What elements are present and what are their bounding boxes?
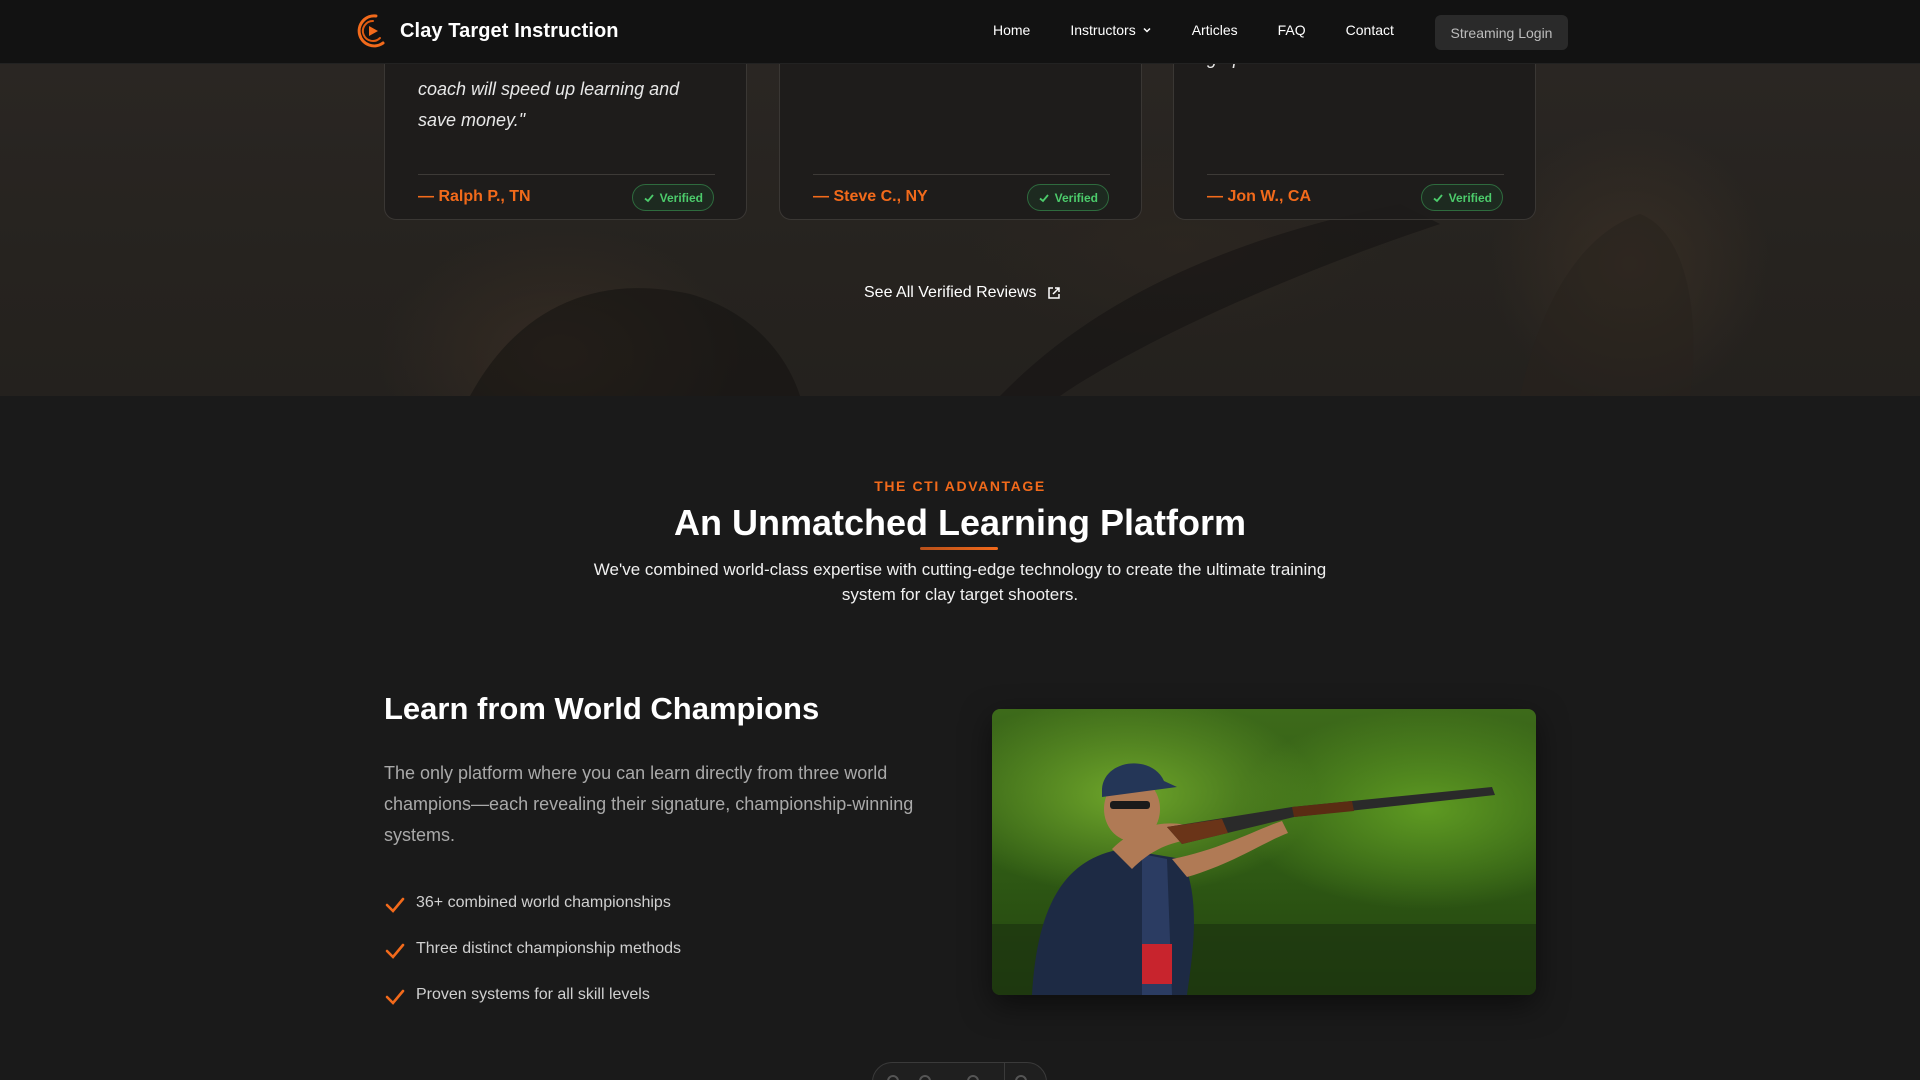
- toolbar-divider: [1004, 1063, 1005, 1080]
- verified-label: Verified: [1448, 190, 1492, 205]
- feature-item: Three distinct championship methods: [384, 926, 681, 972]
- see-all-reviews-link[interactable]: See All Verified Reviews: [864, 284, 1061, 302]
- bottom-toolbar[interactable]: [872, 1062, 1047, 1080]
- checkmark-icon: [385, 943, 405, 959]
- toolbar-icon[interactable]: [967, 1075, 979, 1080]
- champions-title: Learn from World Champions: [384, 691, 820, 726]
- testimonial-card: coach will speed up learning and save mo…: [384, 64, 747, 220]
- nav-contact[interactable]: Contact: [1346, 22, 1394, 38]
- see-all-reviews-label: See All Verified Reviews: [864, 284, 1037, 301]
- testimonial-quote: coach will speed up learning and save mo…: [418, 79, 680, 130]
- verified-label: Verified: [659, 190, 703, 205]
- nav-articles[interactable]: Articles: [1192, 22, 1238, 38]
- checkmark-icon: [385, 897, 405, 913]
- chevron-down-icon: [1143, 27, 1151, 33]
- nav-home[interactable]: Home: [993, 22, 1030, 38]
- testimonial-author: — Steve C., NY: [813, 188, 928, 205]
- section-eyebrow: THE CTI ADVANTAGE: [874, 478, 1046, 494]
- verified-badge: Verified: [1026, 184, 1109, 211]
- streaming-login-button[interactable]: Streaming Login: [1435, 15, 1568, 50]
- testimonial-quote: graphics/overhead shots are cool!: [1207, 64, 1507, 74]
- brand-name: Clay Target Instruction: [400, 19, 619, 42]
- testimonial-card: graphics/overhead shots are cool! — Jon …: [1173, 64, 1536, 220]
- feature-item: Proven systems for all skill levels: [384, 972, 681, 1018]
- feature-item: 36+ combined world championships: [384, 880, 681, 926]
- testimonial-author: — Ralph P., TN: [418, 188, 531, 205]
- top-navbar: Clay Target Instruction Home Instructors…: [0, 0, 1920, 64]
- play-logo-icon: [357, 14, 385, 48]
- verified-badge: Verified: [631, 184, 714, 211]
- check-icon: [1433, 193, 1443, 202]
- divider: [418, 174, 715, 175]
- external-link-icon: [1047, 287, 1060, 299]
- toolbar-icon[interactable]: [887, 1075, 899, 1080]
- divider: [813, 174, 1110, 175]
- feature-text: 36+ combined world championships: [416, 894, 671, 911]
- toolbar-icon[interactable]: [919, 1075, 931, 1080]
- testimonial-card: — Steve C., NY Verified: [779, 64, 1142, 220]
- divider: [1207, 174, 1504, 175]
- verified-badge: Verified: [1420, 184, 1503, 211]
- nav-instructors-label: Instructors: [1070, 22, 1136, 38]
- checkmark-icon: [385, 989, 405, 1005]
- section-lead: We've combined world-class expertise wit…: [593, 560, 1327, 604]
- nav-faq[interactable]: FAQ: [1278, 22, 1306, 38]
- nav-instructors-dropdown[interactable]: Instructors: [1070, 22, 1151, 38]
- feature-list: 36+ combined world championships Three d…: [384, 880, 681, 1018]
- main-nav: Home Instructors Articles FAQ Contact: [993, 22, 1434, 38]
- check-icon: [1039, 193, 1049, 202]
- feature-text: Three distinct championship methods: [416, 940, 682, 957]
- champions-description: The only platform where you can learn di…: [384, 763, 914, 845]
- verified-label: Verified: [1054, 190, 1098, 205]
- check-icon: [644, 193, 654, 202]
- brand-logo-link[interactable]: Clay Target Instruction: [352, 12, 619, 50]
- title-underline: [920, 547, 998, 550]
- shooter-image: [992, 709, 1536, 995]
- champion-photo: [992, 709, 1536, 995]
- toolbar-icon[interactable]: [1015, 1075, 1027, 1080]
- testimonial-author: — Jon W., CA: [1207, 188, 1311, 205]
- testimonials-section: coach will speed up learning and save mo…: [0, 64, 1920, 396]
- section-title: An Unmatched Learning Platform: [673, 502, 1247, 543]
- feature-text: Proven systems for all skill levels: [416, 986, 650, 1003]
